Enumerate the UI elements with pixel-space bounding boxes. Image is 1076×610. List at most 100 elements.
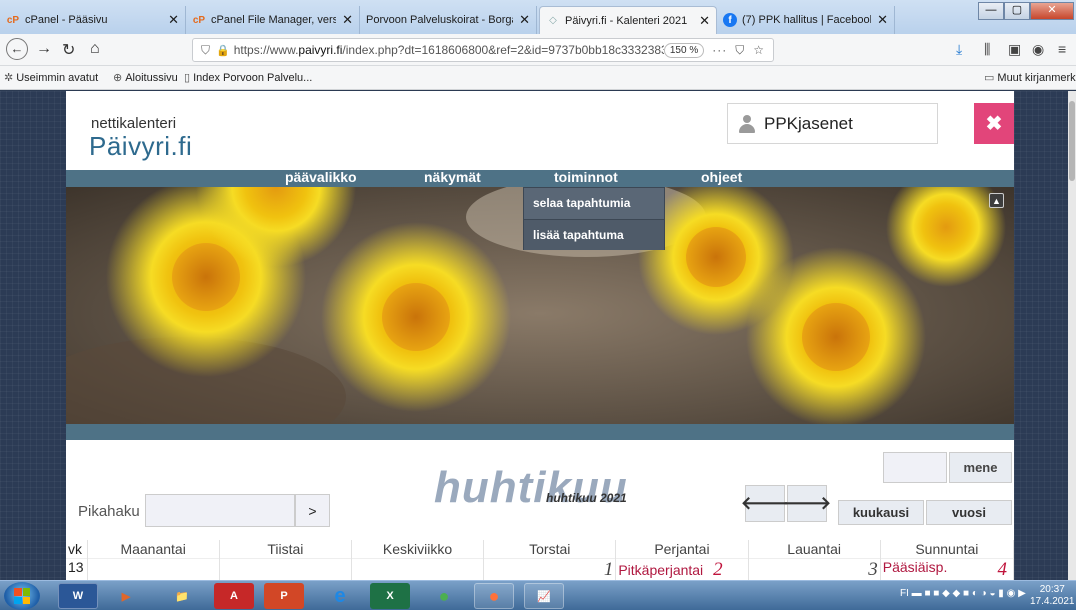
account-icon[interactable]: ◉ [1032,41,1044,58]
bookmark-other[interactable]: ▭ Muut kirjanmerkit [984,71,1076,85]
forward-arrow-icon[interactable]: → [36,40,52,58]
bookmark-label: Aloitussivu [125,71,178,84]
bookmark-star-icon[interactable]: ☆ [753,43,765,57]
tab-cpanel-home[interactable]: cP cPanel - Pääsivu ✕ [0,6,186,34]
username: PPKjasenet [764,113,853,133]
menu-item-actions[interactable]: toiminnot [554,169,618,185]
firefox-taskbar-icon[interactable]: ● [474,583,514,609]
scrollbar-thumb[interactable] [1069,101,1075,181]
page-viewport: nettikalenteri Päivyri.fi PPKjasenet ✖ p… [0,91,1076,580]
acrobat-taskbar-icon[interactable]: A [214,583,254,609]
tab-cpanel-file-manager[interactable]: cP cPanel File Manager, versio 3 ✕ [186,6,360,34]
lock-icon[interactable]: 🔒 [216,44,230,57]
address-bar[interactable]: ⛉ 🔒 https://www.paivyri.fi/index.php?dt=… [192,38,774,62]
view-year-button[interactable]: vuosi [926,500,1012,525]
menu-icon[interactable]: ≡ [1058,41,1066,57]
sidebar-icon[interactable]: ▣ [1008,41,1021,58]
maximize-button[interactable]: ▢ [1004,2,1030,20]
close-icon[interactable]: ✕ [519,12,530,28]
media-player-taskbar-icon[interactable]: ▶ [106,583,146,609]
quick-search-button[interactable]: > [295,494,330,527]
dropdown-item-add-event[interactable]: lisää tapahtuma [524,219,664,250]
powerpoint-taskbar-icon[interactable]: P [264,583,304,609]
page-scrollbar[interactable] [1068,91,1076,580]
site-logo[interactable]: Päivyri.fi [89,131,192,162]
word-taskbar-icon[interactable]: W [58,583,98,609]
menu-item-views[interactable]: näkymät [424,169,481,185]
day-header-friday: Perjantai [615,540,749,558]
day-header-monday: Maanantai [87,540,220,558]
event-link[interactable]: Pitkäperjantai [618,562,703,578]
view-month-button[interactable]: kuukausi [838,500,924,525]
user-field[interactable]: PPKjasenet [727,103,938,144]
menu-item-help[interactable]: ohjeet [701,169,742,185]
globe-icon: ⊕ [113,72,123,84]
bookmark-index-porvoon[interactable]: ▯ Index Porvoon Palvelu... [184,71,313,85]
menu-item-main[interactable]: päävalikko [285,169,357,185]
home-icon[interactable]: ⌂ [90,40,100,58]
tab-facebook[interactable]: f (7) PPK hallitus | Facebook ✕ [717,6,895,34]
chrome-taskbar-icon[interactable]: ● [424,583,464,609]
back-arrow-icon[interactable]: ← [6,38,28,60]
day-cell-tuesday[interactable] [219,557,352,580]
reload-icon[interactable]: ↻ [62,40,75,60]
day-number: 1 [603,558,614,580]
chart-app-taskbar-icon[interactable]: 📈 [524,583,564,609]
tab-title: cPanel - Pääsivu [25,14,108,26]
next-month-button[interactable]: 🡒 [783,485,831,522]
page-actions-menu-icon[interactable]: ··· [712,43,727,57]
clock[interactable]: 20:37 17.4.2021 [1030,584,1075,608]
day-cell-thursday[interactable]: 1 [483,557,617,580]
site-content: nettikalenteri Päivyri.fi PPKjasenet ✖ p… [66,91,1015,580]
start-button[interactable] [4,582,40,610]
window-close-button[interactable]: ✕ [1030,2,1074,20]
zoom-level-badge[interactable]: 150 % [663,42,705,58]
pocket-icon[interactable]: ⛉ [735,43,745,58]
goto-date-input[interactable] [883,452,947,483]
calendar-week-row: 13 1 Pitkäperjantai 2 3 Pääsiäisp. 4 [66,557,1015,580]
minimize-button[interactable]: — [978,2,1004,20]
file-explorer-taskbar-icon[interactable]: 📁 [162,583,202,609]
edge-taskbar-icon[interactable]: e [320,583,360,609]
site-logo-subtitle: nettikalenteri [91,115,177,132]
calendar-grid: vk Maanantai Tiistai Keskiviikko Torstai… [66,540,1015,580]
windows-taskbar: W ▶ 📁 A P e X ● ● 📈 FI ▬ ■ ■ ◆ ◆ ■ ◐ ◑ ◒… [0,580,1076,610]
system-tray[interactable]: FI ▬ ■ ■ ◆ ◆ ■ ◐ ◑ ◒ ▮ ◉ ▶ [900,588,1026,599]
close-icon[interactable]: ✕ [877,12,888,28]
download-icon[interactable]: ⤓ [956,41,962,58]
calendar-header-row: vk Maanantai Tiistai Keskiviikko Torstai… [66,540,1015,558]
close-icon[interactable]: ✕ [168,12,179,28]
day-cell-saturday[interactable]: 3 [748,557,881,580]
scroll-to-top-button[interactable]: ▲ [989,193,1004,208]
facebook-icon: f [723,13,737,27]
close-icon[interactable]: ✕ [342,12,353,28]
excel-taskbar-icon[interactable]: X [370,583,410,609]
bookmark-start-page[interactable]: ⊕ Aloitussivu [113,71,178,85]
library-icon[interactable]: ⫼ [984,41,990,58]
tab-title: (7) PPK hallitus | Facebook [742,14,872,26]
event-link[interactable]: Pääsiäisp. [883,559,948,575]
navigation-toolbar: ← → ↻ ⌂ ⛉ 🔒 https://www.paivyri.fi/index… [0,34,1076,66]
day-header-sunday: Sunnuntai [880,540,1015,558]
tab-porvoon-palveluskoirat[interactable]: Porvoon Palveluskoirat - Borgå Bru ✕ [360,6,537,34]
day-cell-wednesday[interactable] [351,557,485,580]
day-cell-friday[interactable]: Pitkäperjantai 2 [615,557,749,580]
tab-paivyri-calendar[interactable]: ◇ Päivyri.fi - Kalenteri 2021 ✕ [539,6,717,34]
bookmark-label: Index Porvoon Palvelu... [193,71,313,84]
goto-button[interactable]: mene [949,452,1012,483]
quick-search-input[interactable] [145,494,295,527]
dropdown-item-browse-events[interactable]: selaa tapahtumia [524,188,664,219]
week-column-header: vk [66,540,88,558]
month-title: huhtikuu [434,463,628,512]
close-icon[interactable]: ✕ [699,13,710,29]
day-cell-monday[interactable] [87,557,220,580]
shield-icon[interactable]: ⛉ [201,43,210,58]
logout-button[interactable]: ✖ [974,103,1014,144]
user-icon [738,114,756,134]
calendar-icon: ◇ [549,15,557,26]
tab-title: Päivyri.fi - Kalenteri 2021 [565,14,688,27]
bookmark-most-visited[interactable]: ✲ Useimmin avatut [4,71,98,85]
url-text[interactable]: https://www.paivyri.fi/index.php?dt=1618… [234,43,664,57]
day-cell-sunday[interactable]: Pääsiäisp. 4 [880,557,1015,580]
prev-month-button[interactable]: 🡐 [741,485,789,522]
